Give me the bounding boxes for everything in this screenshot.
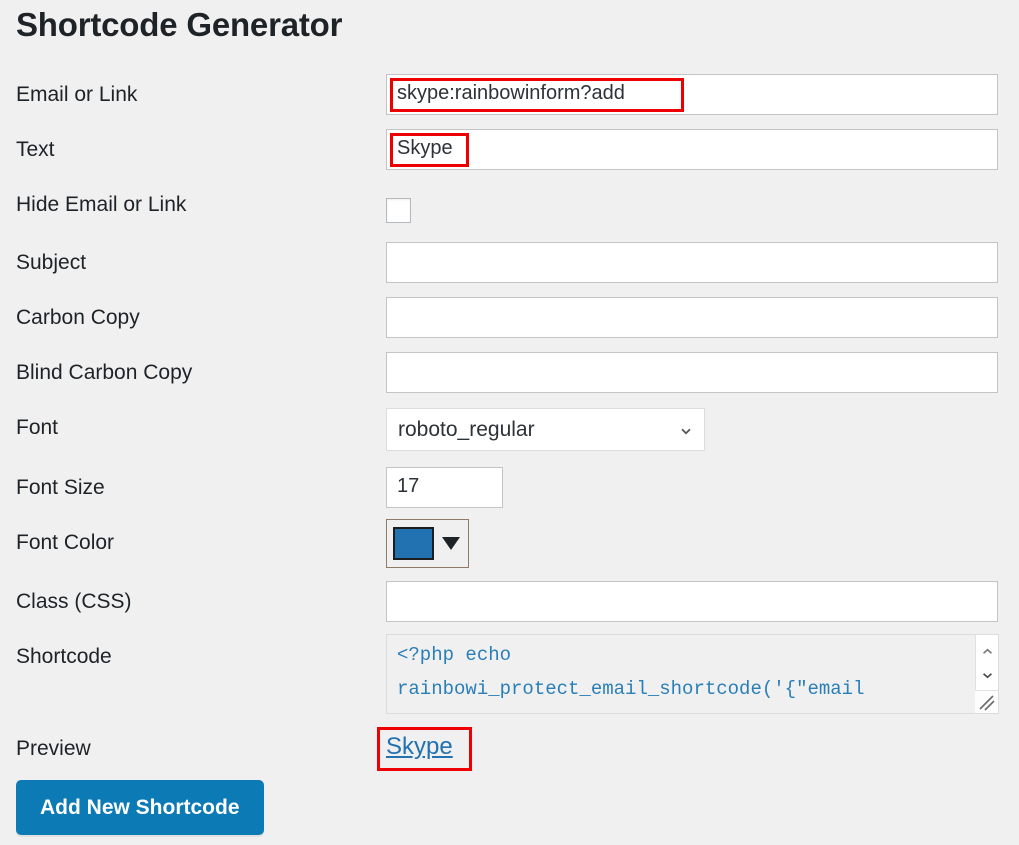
caret-down-icon	[442, 537, 460, 550]
font-color-swatch	[393, 527, 434, 560]
field-class-css	[386, 581, 998, 622]
field-text	[386, 129, 998, 170]
field-shortcode: <?php echo rainbowi_protect_email_shortc…	[386, 634, 999, 714]
carbon-copy-input[interactable]	[386, 297, 998, 338]
font-color-picker-button[interactable]	[386, 519, 469, 568]
field-carbon-copy	[386, 297, 998, 338]
label-blind-carbon-copy: Blind Carbon Copy	[16, 361, 193, 384]
label-hide-email-or-link: Hide Email or Link	[16, 193, 187, 216]
scroll-up-arrow-icon[interactable]	[976, 643, 998, 659]
hide-email-or-link-checkbox[interactable]	[386, 198, 411, 223]
chevron-down-icon	[680, 424, 692, 436]
email-or-link-input[interactable]	[386, 74, 998, 115]
field-font: roboto_regular	[386, 408, 705, 451]
label-preview: Preview	[16, 737, 91, 760]
label-carbon-copy: Carbon Copy	[16, 306, 140, 329]
resize-grip-icon[interactable]	[975, 690, 998, 713]
add-new-shortcode-button[interactable]: Add New Shortcode	[16, 780, 264, 835]
font-select-value: roboto_regular	[398, 418, 535, 441]
class-css-input[interactable]	[386, 581, 998, 622]
label-text: Text	[16, 138, 55, 161]
field-font-size	[386, 467, 503, 508]
font-size-input[interactable]	[386, 467, 503, 508]
label-class-css: Class (CSS)	[16, 590, 132, 613]
field-email-or-link	[386, 74, 998, 115]
subject-input[interactable]	[386, 242, 998, 283]
label-font-color: Font Color	[16, 531, 115, 554]
label-subject: Subject	[16, 251, 87, 274]
font-select[interactable]: roboto_regular	[386, 408, 705, 451]
page-title: Shortcode Generator	[16, 6, 343, 43]
shortcode-generator-page: Shortcode Generator Email or Link Text H…	[0, 0, 1019, 845]
preview-link[interactable]: Skype	[386, 733, 453, 760]
label-shortcode: Shortcode	[16, 645, 112, 668]
field-preview: Skype	[386, 733, 453, 760]
label-font: Font	[16, 416, 59, 439]
field-font-color	[386, 519, 469, 568]
label-email-or-link: Email or Link	[16, 83, 138, 106]
shortcode-textarea-line2: rainbowi_protect_email_shortcode('{"emai…	[397, 678, 865, 700]
blind-carbon-copy-input[interactable]	[386, 352, 998, 393]
field-hide-email-or-link	[386, 198, 411, 228]
scroll-down-arrow-icon[interactable]	[976, 667, 998, 683]
shortcode-textarea[interactable]: <?php echo rainbowi_protect_email_shortc…	[386, 634, 999, 714]
field-subject	[386, 242, 998, 283]
field-blind-carbon-copy	[386, 352, 998, 393]
shortcode-textarea-line1: <?php echo	[397, 644, 512, 666]
label-font-size: Font Size	[16, 476, 105, 499]
text-input[interactable]	[386, 129, 998, 170]
